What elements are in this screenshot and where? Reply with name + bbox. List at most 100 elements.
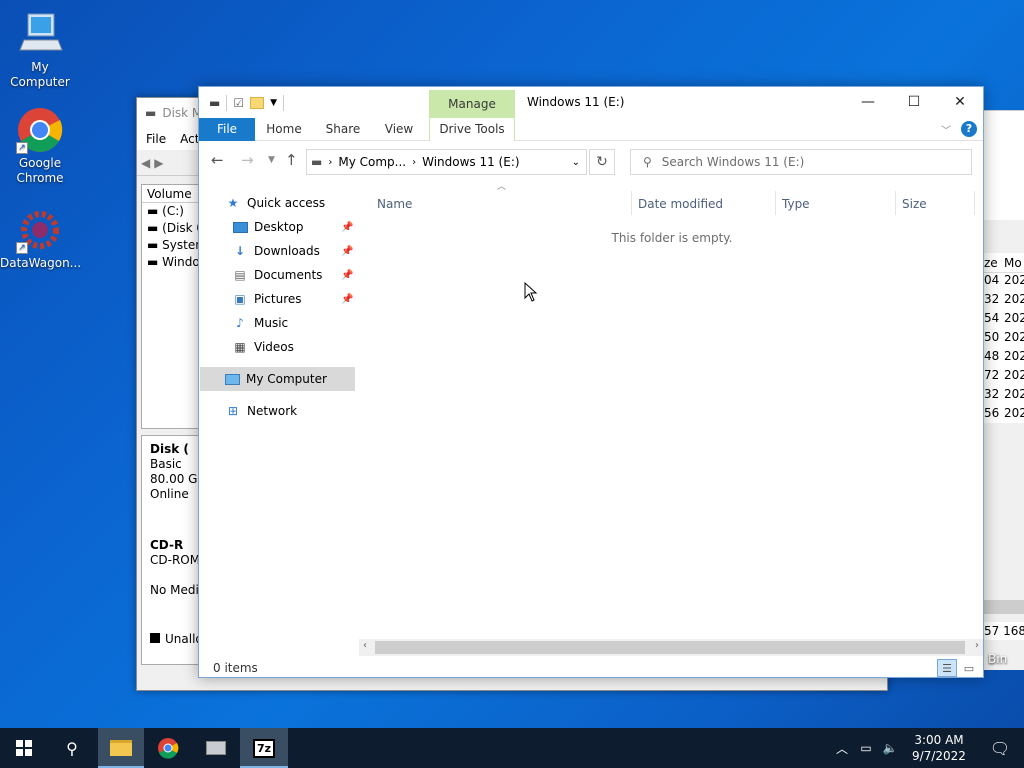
address-dropdown-icon[interactable]: ⌄: [572, 157, 586, 168]
breadcrumb-separator-icon[interactable]: ›: [322, 157, 332, 168]
nav-my-computer[interactable]: My Computer: [200, 367, 355, 391]
volume-row[interactable]: ▬ Windo: [142, 254, 202, 271]
close-button[interactable]: ✕: [937, 87, 983, 117]
tab-file[interactable]: File: [199, 118, 255, 141]
menu-file[interactable]: File: [146, 132, 166, 146]
desktop-icon-chrome[interactable]: ↗ Google Chrome: [0, 106, 80, 186]
new-folder-icon[interactable]: [250, 96, 265, 109]
volume-row[interactable]: ▬ (C:): [142, 203, 202, 220]
volume-icon[interactable]: 🔈: [878, 741, 902, 755]
monitor-icon: [224, 371, 240, 387]
nav-music[interactable]: ♪ Music: [199, 311, 359, 335]
pin-icon[interactable]: 📌: [341, 246, 353, 257]
expand-ribbon-icon[interactable]: ﹀: [941, 122, 951, 137]
server-manager-icon[interactable]: [192, 728, 240, 768]
disk0-info[interactable]: Disk ( Basic 80.00 GB Online: [142, 436, 202, 502]
network-icon[interactable]: ▭: [854, 741, 878, 755]
recycle-bin-label[interactable]: Bin: [988, 652, 1007, 666]
start-icon[interactable]: [0, 728, 48, 768]
nav-downloads[interactable]: ↓ Downloads 📌: [199, 239, 359, 263]
desktop-icon-my-computer[interactable]: My Computer: [0, 10, 80, 90]
file-explorer-window[interactable]: ▬ ☑ ▼ Manage Windows 11 (E:) — ☐ ✕ File …: [198, 86, 984, 678]
file-explorer-icon[interactable]: [98, 728, 144, 768]
grid-row[interactable]: 56 202: [984, 406, 1024, 425]
details-view-icon[interactable]: ☰: [937, 659, 957, 677]
file-list[interactable]: ︿ Name Date modified Type Size This fold…: [359, 173, 985, 643]
manage-contextual-header: Manage: [429, 90, 515, 118]
notifications-icon[interactable]: 🗨: [976, 739, 1024, 758]
chrome-icon[interactable]: [144, 728, 192, 768]
nav-quick-access[interactable]: ★ Quick access: [199, 191, 359, 215]
column-header[interactable]: ze: [984, 253, 1004, 272]
volume-row[interactable]: ▬ System: [142, 237, 202, 254]
up-arrow-icon[interactable]: ↑: [285, 151, 298, 169]
film-icon: ▦: [234, 340, 246, 354]
back-arrow-icon[interactable]: ◀: [141, 156, 150, 170]
scrollbar-thumb[interactable]: [375, 641, 965, 654]
search-input[interactable]: ⚲ Search Windows 11 (E:): [630, 149, 972, 175]
scroll-right-arrow-icon[interactable]: ›: [975, 640, 979, 651]
desktop-icon-datawagon[interactable]: ↗ DataWagon...: [0, 206, 81, 271]
pin-icon[interactable]: 📌: [341, 222, 353, 233]
item-count: 0 items: [213, 661, 258, 675]
empty-folder-message: This folder is empty.: [611, 231, 733, 245]
nav-documents[interactable]: ▤ Documents 📌: [199, 263, 359, 287]
nav-desktop[interactable]: Desktop 📌: [199, 215, 359, 239]
grid-row[interactable]: 32 202: [984, 387, 1024, 406]
grid-row[interactable]: 04 202: [984, 273, 1024, 292]
qat-dropdown-icon[interactable]: ▼: [270, 98, 277, 108]
nav-network[interactable]: ⊞ Network: [199, 399, 359, 423]
grid-row[interactable]: 32 202: [984, 292, 1024, 311]
7zip-icon[interactable]: 7z: [240, 728, 288, 768]
desktop-icon-label: My Computer: [10, 60, 70, 89]
breadcrumb-my-computer[interactable]: My Comp...: [332, 155, 412, 169]
large-icons-view-icon[interactable]: ▭: [959, 659, 979, 677]
search-icon[interactable]: ⚲: [48, 728, 96, 768]
grid-row[interactable]: 50 202: [984, 330, 1024, 349]
volume-column-header[interactable]: Volume: [142, 185, 202, 203]
disk-size-value: 57 168: [984, 622, 1024, 640]
grid-row[interactable]: 72 202: [984, 368, 1024, 387]
nav-pictures[interactable]: ▣ Pictures 📌: [199, 287, 359, 311]
nav-videos[interactable]: ▦ Videos: [199, 335, 359, 359]
mouse-cursor-icon: [524, 281, 538, 305]
volume-row[interactable]: ▬ (Disk 0: [142, 220, 202, 237]
back-arrow-icon[interactable]: ←: [211, 151, 224, 169]
drive-icon: ▬: [311, 155, 323, 169]
column-size[interactable]: Size: [902, 197, 927, 211]
horizontal-scrollbar[interactable]: ‹ ›: [359, 639, 983, 656]
pin-icon[interactable]: 📌: [341, 270, 353, 281]
properties-icon[interactable]: ☑: [233, 96, 244, 110]
menu-action[interactable]: Act: [180, 132, 199, 146]
forward-arrow-icon[interactable]: →: [241, 151, 254, 169]
pin-icon[interactable]: 📌: [341, 294, 353, 305]
address-bar[interactable]: ▬ › My Comp... › Windows 11 (E:) ⌄: [306, 149, 587, 175]
column-type[interactable]: Type: [782, 197, 810, 211]
minimize-button[interactable]: —: [845, 87, 891, 117]
explorer-titlebar[interactable]: ▬ ☑ ▼ Manage Windows 11 (E:) — ☐ ✕: [199, 87, 983, 118]
column-date-modified[interactable]: Date modified: [638, 197, 723, 211]
forward-arrow-icon[interactable]: ▶: [154, 156, 163, 170]
help-icon[interactable]: ?: [961, 121, 977, 137]
grid-row[interactable]: 48 202: [984, 349, 1024, 368]
tab-home[interactable]: Home: [259, 118, 309, 141]
cdrom-info[interactable]: CD-R CD-ROM No Medi: [142, 532, 202, 598]
cdrom-media: No Medi: [150, 583, 199, 597]
download-arrow-icon: ↓: [234, 244, 246, 258]
scrollbar-thumb[interactable]: [984, 600, 1024, 614]
column-header[interactable]: Mo: [1004, 253, 1024, 272]
recent-locations-icon[interactable]: ▼: [268, 155, 275, 165]
grid-row[interactable]: 54 202: [984, 311, 1024, 330]
column-name[interactable]: Name: [377, 197, 412, 211]
clock[interactable]: 3:00 AM 9/7/2022: [902, 732, 976, 764]
status-bar: 0 items ☰ ▭: [199, 657, 985, 679]
maximize-button[interactable]: ☐: [891, 87, 937, 117]
scroll-left-arrow-icon[interactable]: ‹: [363, 640, 367, 651]
network-icon: ⊞: [227, 404, 239, 418]
tab-view[interactable]: View: [375, 118, 423, 141]
show-hidden-icons-icon[interactable]: ︿: [830, 740, 854, 757]
refresh-button[interactable]: ↻: [589, 149, 615, 175]
breadcrumb-windows11[interactable]: Windows 11 (E:): [416, 155, 525, 169]
tab-drive-tools[interactable]: Drive Tools: [429, 118, 515, 141]
tab-share[interactable]: Share: [319, 118, 367, 141]
